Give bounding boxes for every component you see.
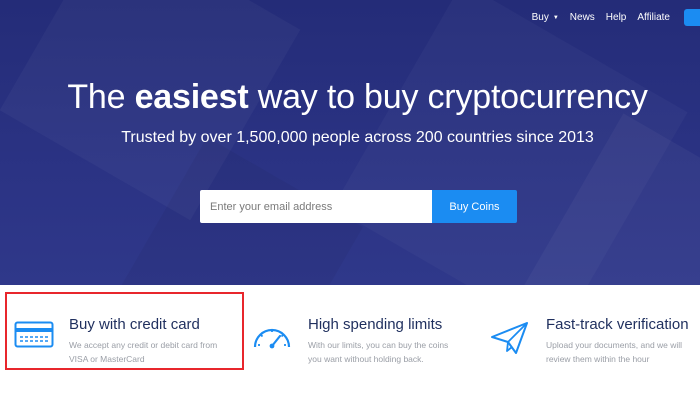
buy-coins-button[interactable]: Buy Coins: [432, 190, 517, 223]
hero-section: Buy ▼ News Help Affiliate The easiest wa…: [0, 0, 700, 285]
features-section: Buy with credit card We accept any credi…: [0, 285, 700, 400]
signup-form: Buy Coins: [200, 190, 517, 223]
headline-emphasis: easiest: [134, 78, 249, 116]
nav-item-buy[interactable]: Buy ▼: [532, 12, 559, 23]
headline-suffix: way to buy cryptocurrency: [248, 78, 648, 116]
nav-item-label: Help: [605, 12, 627, 23]
nav-item-label: Affiliate: [637, 12, 670, 23]
nav-item-affiliate[interactable]: Affiliate: [637, 12, 670, 23]
feature-description-line: Upload your documents, and we will: [546, 340, 683, 350]
feature-description-line: VISA or MasterCard: [69, 354, 145, 364]
nav-item-help[interactable]: Help: [606, 12, 627, 23]
hero-subtitle: Trusted by over 1,500,000 people across …: [121, 129, 594, 146]
caret-down-icon: ▼: [552, 14, 559, 21]
feature-description-line: With our limits, you can buy the coins: [308, 340, 449, 350]
hero-headline: The easiest way to buy cryptocurrency: [0, 78, 700, 117]
feature-description: We accept any credit or debit card from …: [69, 338, 217, 366]
feature-title: Buy with credit card: [69, 316, 200, 333]
paper-plane-icon: [491, 322, 528, 354]
nav-item-label: News: [569, 12, 595, 23]
headline-prefix: The: [67, 78, 135, 116]
feature-title: Fast-track verification: [546, 316, 689, 333]
nav-item-news[interactable]: News: [570, 12, 595, 23]
nav-sign-up-button[interactable]: [684, 9, 700, 26]
email-input[interactable]: [200, 190, 432, 223]
feature-description: Upload your documents, and we will revie…: [546, 338, 682, 366]
feature-description: With our limits, you can buy the coins y…: [308, 338, 448, 366]
credit-card-icon: [14, 321, 54, 348]
nav-item-label: Buy: [531, 12, 549, 23]
speedometer-icon: [253, 328, 291, 349]
feature-description-line: review them within the hour: [546, 354, 650, 364]
feature-title: High spending limits: [308, 316, 443, 333]
feature-description-line: you want without holding back.: [308, 354, 424, 364]
top-nav: Buy ▼ News Help Affiliate: [532, 9, 700, 26]
feature-description-line: We accept any credit or debit card from: [69, 340, 218, 350]
